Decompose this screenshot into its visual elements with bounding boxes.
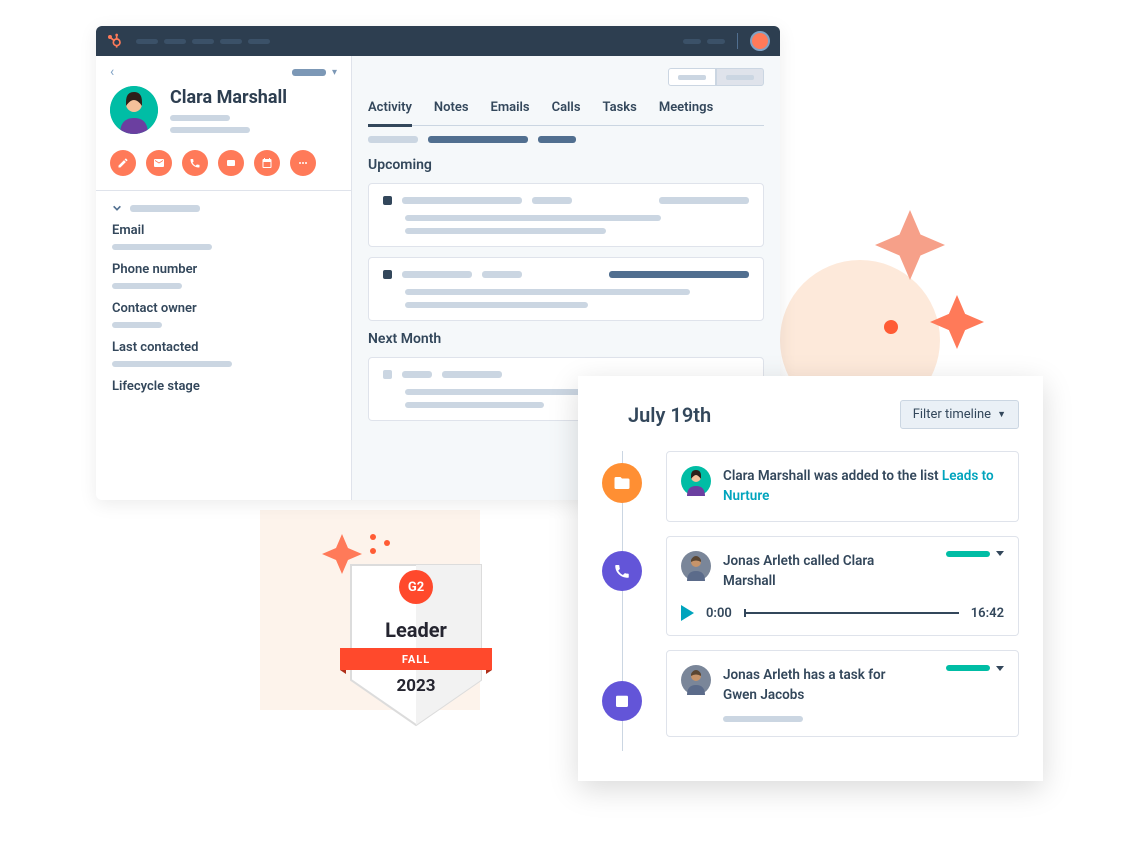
field-phone: Phone number [112,262,335,289]
timeline-panel: July 19th Filter timeline ▼ Clara Marsha… [578,376,1043,781]
field-last-contacted: Last contacted [112,340,335,367]
section-toggle[interactable] [112,203,335,213]
badge-year: 2023 [346,676,486,696]
email-button[interactable] [146,150,172,176]
hubspot-logo-icon [106,33,122,49]
avatar [681,466,711,496]
tab-meetings[interactable]: Meetings [659,94,713,125]
tab-calls[interactable]: Calls [552,94,581,125]
play-button[interactable] [681,605,694,621]
phone-icon [602,551,642,591]
section-nextmonth-title: Next Month [368,331,764,347]
section-upcoming-title: Upcoming [368,157,764,173]
avatar [681,665,711,695]
audio-end: 16:42 [971,606,1004,621]
sparkle-icon [875,210,945,280]
timeline-card[interactable]: Jonas Arleth has a task for Gwen Jacobs [666,650,1019,737]
tab-activity[interactable]: Activity [368,94,412,127]
sidebar-menu[interactable]: ▾ [292,67,337,78]
timeline-text: Jonas Arleth has a task for Gwen Jacobs [723,665,913,706]
titlebar [96,26,780,56]
edit-button[interactable] [110,150,136,176]
decorative-dot [370,548,376,554]
user-avatar[interactable] [750,31,770,51]
field-email: Email [112,223,335,250]
audio-progress[interactable] [744,612,959,614]
view-toggle-a[interactable] [668,68,716,86]
more-button[interactable] [290,150,316,176]
activity-card[interactable] [368,183,764,247]
g2-badge: G2 Leader FALL 2023 [346,560,486,730]
timeline-text: Jonas Arleth called Clara Marshall [723,551,893,592]
tab-tasks[interactable]: Tasks [603,94,637,125]
calendar-icon [602,681,642,721]
log-button[interactable] [218,150,244,176]
folder-icon [602,463,642,503]
audio-start: 0:00 [706,606,732,621]
avatar [681,551,711,581]
field-owner: Contact owner [112,301,335,328]
timeline-text: Clara Marshall was added to the list Lea… [723,466,1004,507]
tab-emails[interactable]: Emails [491,94,530,125]
call-button[interactable] [182,150,208,176]
schedule-button[interactable] [254,150,280,176]
view-toggle-b[interactable] [716,68,764,86]
decorative-dot [370,534,376,540]
decorative-dot [384,540,390,546]
badge-title: Leader [346,618,486,642]
g2-logo-icon: G2 [399,570,433,604]
status-dropdown[interactable] [946,551,1004,557]
timeline-card[interactable]: Clara Marshall was added to the list Lea… [666,451,1019,522]
status-dropdown[interactable] [946,665,1004,671]
contact-name: Clara Marshall [170,87,337,108]
timeline-card[interactable]: Jonas Arleth called Clara Marshall 0:00 … [666,536,1019,637]
field-lifecycle: Lifecycle stage [112,379,335,394]
decorative-dot [884,320,898,334]
back-button[interactable]: ‹ [110,64,114,80]
sparkle-icon [930,295,984,349]
contact-sidebar: ‹ ▾ Clara Marshall [96,56,352,500]
timeline-date: July 19th [602,403,711,427]
contact-avatar[interactable] [110,86,158,134]
tab-notes[interactable]: Notes [434,94,469,125]
activity-card[interactable] [368,257,764,321]
badge-ribbon: FALL [340,648,492,670]
tabs: Activity Notes Emails Calls Tasks Meetin… [368,94,764,126]
filter-timeline-button[interactable]: Filter timeline ▼ [900,400,1019,429]
